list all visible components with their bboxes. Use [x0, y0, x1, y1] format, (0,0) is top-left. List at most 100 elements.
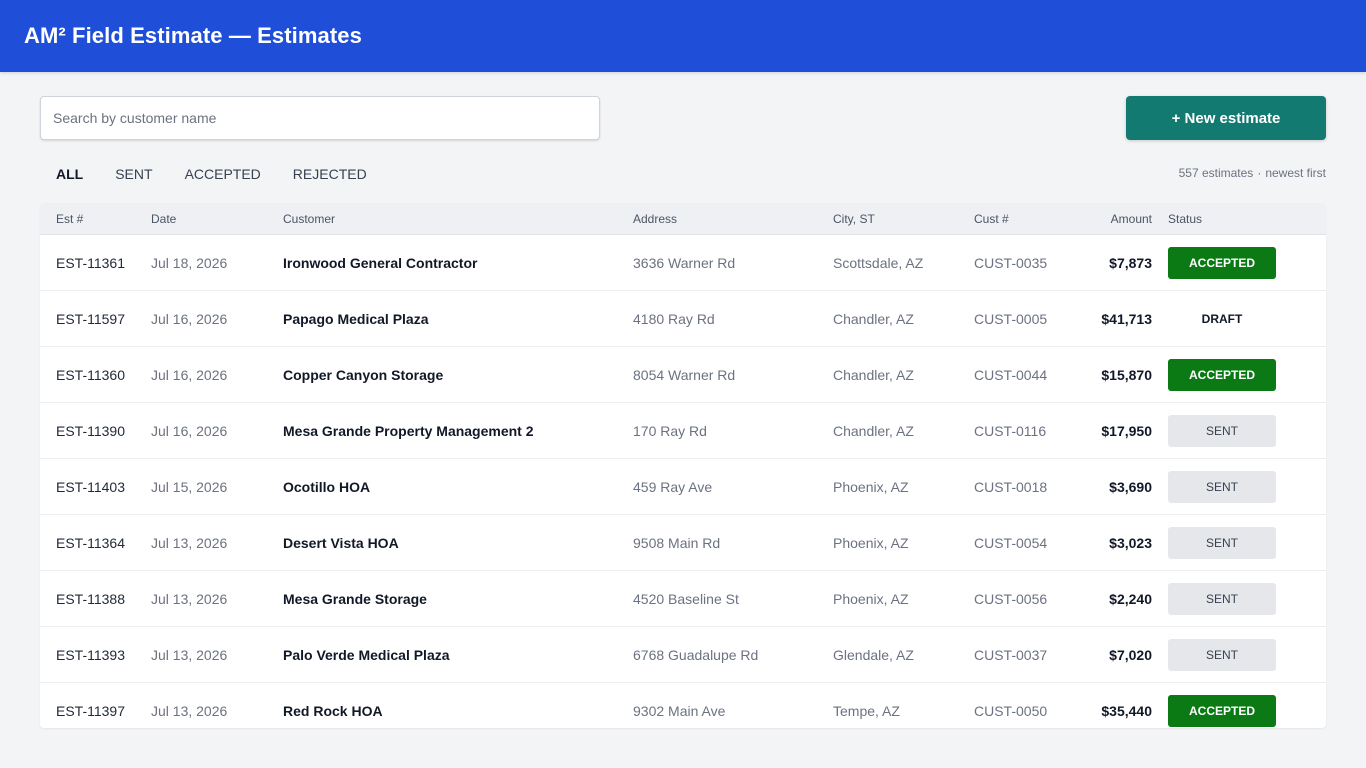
col-header-status[interactable]: Status	[1168, 212, 1276, 226]
customer-number: CUST-0035	[974, 254, 1048, 271]
customer-number: CUST-0050	[974, 702, 1048, 719]
est-number: EST-11403	[56, 478, 126, 495]
col-header-est[interactable]: Est #	[40, 212, 151, 226]
status-badge: ACCEPTED	[1168, 246, 1276, 279]
city-state: Phoenix, AZ	[833, 590, 909, 607]
estimate-date: Jul 16, 2026	[151, 366, 228, 383]
status-cell: SENT	[1168, 414, 1276, 447]
table-body: EST-11361 Jul 18, 2026 Ironwood General …	[40, 235, 1326, 728]
table-row[interactable]: EST-11393 Jul 13, 2026 Palo Verde Medica…	[40, 627, 1326, 683]
table-header: Est # Date Customer Address City, ST Cus…	[40, 203, 1326, 235]
status-cell: ACCEPTED	[1168, 358, 1276, 391]
estimate-date: Jul 13, 2026	[151, 534, 228, 551]
amount: $7,873	[1109, 254, 1152, 271]
estimate-count: 557 estimates	[1178, 166, 1254, 180]
city-state: Glendale, AZ	[833, 646, 914, 663]
address: 4180 Ray Rd	[633, 310, 715, 327]
status-badge: SENT	[1168, 414, 1276, 447]
customer-name: Palo Verde Medical Plaza	[283, 646, 450, 663]
col-header-amount[interactable]: Amount	[1054, 212, 1168, 226]
tab-rejected[interactable]: REJECTED	[277, 160, 383, 188]
status-cell: DRAFT	[1168, 303, 1276, 335]
tab-sent[interactable]: SENT	[99, 160, 168, 188]
estimate-date: Jul 16, 2026	[151, 422, 228, 439]
address: 170 Ray Rd	[633, 422, 707, 439]
est-number: EST-11361	[56, 254, 126, 271]
customer-number: CUST-0056	[974, 590, 1048, 607]
amount: $17,950	[1101, 422, 1152, 439]
est-number: EST-11397	[56, 702, 126, 719]
status-badge: SENT	[1168, 526, 1276, 559]
customer-number: CUST-0005	[974, 310, 1048, 327]
status-badge: SENT	[1168, 582, 1276, 615]
status-badge: DRAFT	[1201, 311, 1243, 326]
amount: $2,240	[1109, 590, 1152, 607]
customer-number: CUST-0116	[974, 422, 1047, 439]
amount: $3,023	[1109, 534, 1152, 551]
table-row[interactable]: EST-11388 Jul 13, 2026 Mesa Grande Stora…	[40, 571, 1326, 627]
customer-number: CUST-0037	[974, 646, 1048, 663]
tab-accepted[interactable]: ACCEPTED	[169, 160, 277, 188]
customer-number: CUST-0018	[974, 478, 1048, 495]
table-row[interactable]: EST-11397 Jul 13, 2026 Red Rock HOA 9302…	[40, 683, 1326, 728]
customer-name: Red Rock HOA	[283, 702, 383, 719]
col-header-customer[interactable]: Customer	[283, 212, 633, 226]
col-header-city[interactable]: City, ST	[833, 212, 974, 226]
new-estimate-button[interactable]: + New estimate	[1126, 96, 1326, 140]
address: 8054 Warner Rd	[633, 366, 736, 383]
table-row[interactable]: EST-11361 Jul 18, 2026 Ironwood General …	[40, 235, 1326, 291]
tab-all[interactable]: ALL	[40, 160, 99, 188]
table-row[interactable]: EST-11360 Jul 16, 2026 Copper Canyon Sto…	[40, 347, 1326, 403]
customer-name: Mesa Grande Storage	[283, 590, 427, 607]
est-number: EST-11360	[56, 366, 126, 383]
status-cell: ACCEPTED	[1168, 246, 1276, 279]
address: 6768 Guadalupe Rd	[633, 646, 759, 663]
address: 459 Ray Ave	[633, 478, 713, 495]
estimate-date: Jul 13, 2026	[151, 646, 228, 663]
customer-name: Ironwood General Contractor	[283, 254, 478, 271]
customer-name: Ocotillo HOA	[283, 478, 371, 495]
page-title: AM² Field Estimate — Estimates	[24, 23, 362, 48]
col-header-date[interactable]: Date	[151, 212, 283, 226]
status-cell: ACCEPTED	[1168, 694, 1276, 727]
est-number: EST-11393	[56, 646, 126, 663]
estimate-date: Jul 18, 2026	[151, 254, 228, 271]
amount: $35,440	[1101, 702, 1152, 719]
status-badge: ACCEPTED	[1168, 694, 1276, 727]
table-row[interactable]: EST-11403 Jul 15, 2026 Ocotillo HOA 459 …	[40, 459, 1326, 515]
customer-name: Desert Vista HOA	[283, 534, 399, 551]
city-state: Chandler, AZ	[833, 422, 914, 439]
table-row[interactable]: EST-11364 Jul 13, 2026 Desert Vista HOA …	[40, 515, 1326, 571]
address: 9302 Main Ave	[633, 702, 726, 719]
est-number: EST-11388	[56, 590, 126, 607]
table-row[interactable]: EST-11390 Jul 16, 2026 Mesa Grande Prope…	[40, 403, 1326, 459]
status-cell: SENT	[1168, 582, 1276, 615]
customer-name: Copper Canyon Storage	[283, 366, 444, 383]
table-row[interactable]: EST-11597 Jul 16, 2026 Papago Medical Pl…	[40, 291, 1326, 347]
city-state: Chandler, AZ	[833, 366, 914, 383]
result-summary: 557 estimates · newest first	[1179, 166, 1326, 180]
city-state: Phoenix, AZ	[833, 534, 909, 551]
estimate-date: Jul 13, 2026	[151, 702, 228, 719]
col-header-address[interactable]: Address	[633, 212, 833, 226]
est-number: EST-11364	[56, 534, 126, 551]
customer-number: CUST-0054	[974, 534, 1048, 551]
status-cell: SENT	[1168, 638, 1276, 671]
amount: $15,870	[1101, 366, 1152, 383]
amount: $7,020	[1109, 646, 1152, 663]
city-state: Phoenix, AZ	[833, 478, 909, 495]
search-input[interactable]	[40, 96, 600, 140]
estimate-date: Jul 13, 2026	[151, 590, 228, 607]
customer-name: Papago Medical Plaza	[283, 310, 429, 327]
status-cell: SENT	[1168, 470, 1276, 503]
status-filter-tabs: ALL SENT ACCEPTED REJECTED	[40, 160, 383, 188]
status-badge: ACCEPTED	[1168, 358, 1276, 391]
city-state: Chandler, AZ	[833, 310, 914, 327]
col-header-cust-no[interactable]: Cust #	[974, 212, 1054, 226]
sort-order: newest first	[1265, 166, 1326, 180]
estimates-table: Est # Date Customer Address City, ST Cus…	[40, 203, 1326, 728]
status-cell: SENT	[1168, 526, 1276, 559]
city-state: Tempe, AZ	[833, 702, 900, 719]
status-badge: SENT	[1168, 470, 1276, 503]
customer-number: CUST-0044	[974, 366, 1048, 383]
